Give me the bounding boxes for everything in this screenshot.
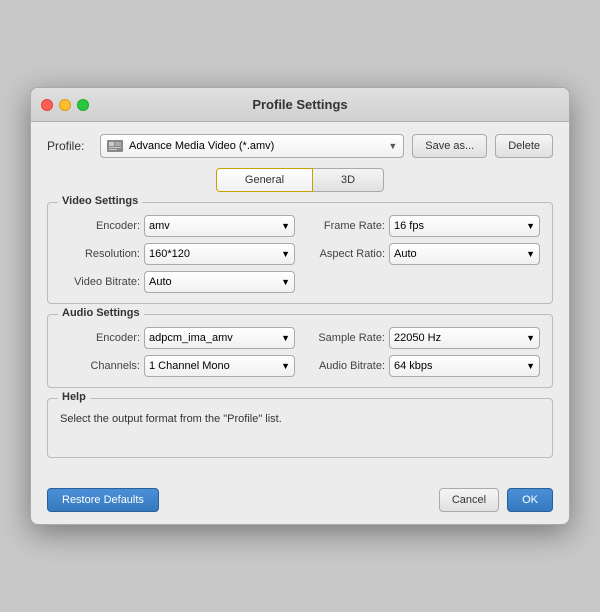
traffic-lights (41, 99, 89, 111)
titlebar: Profile Settings (31, 88, 569, 122)
aspect-ratio-dropdown[interactable]: Auto ▼ (389, 243, 540, 265)
delete-button[interactable]: Delete (495, 134, 553, 158)
content-area: Profile: Advance Media Video (*.amv) ▼ S… (31, 122, 569, 480)
audio-encoder-label: Encoder: (60, 332, 140, 344)
footer: Restore Defaults Cancel OK (31, 480, 569, 524)
video-settings-section: Video Settings Encoder: amv ▼ Frame Rate… (47, 202, 553, 304)
audio-bitrate-label: Audio Bitrate: (305, 360, 385, 372)
footer-right: Cancel OK (439, 488, 553, 512)
resolution-arrow: ▼ (281, 249, 290, 259)
channels-arrow: ▼ (281, 361, 290, 371)
sample-rate-row: Sample Rate: 22050 Hz ▼ (305, 327, 540, 349)
sample-rate-label: Sample Rate: (305, 332, 385, 344)
profile-row: Profile: Advance Media Video (*.amv) ▼ S… (47, 134, 553, 158)
channels-label: Channels: (60, 360, 140, 372)
video-bitrate-arrow: ▼ (281, 277, 290, 287)
aspect-ratio-row: Aspect Ratio: Auto ▼ (305, 243, 540, 265)
video-bitrate-label: Video Bitrate: (60, 276, 140, 288)
frame-rate-label: Frame Rate: (305, 220, 385, 232)
frame-rate-arrow: ▼ (526, 221, 535, 231)
encoder-arrow: ▼ (281, 221, 290, 231)
cancel-button[interactable]: Cancel (439, 488, 499, 512)
tab-3d[interactable]: 3D (313, 168, 384, 192)
close-button[interactable] (41, 99, 53, 111)
video-settings-label: Video Settings (58, 195, 142, 207)
channels-row: Channels: 1 Channel Mono ▼ (60, 355, 295, 377)
channels-dropdown[interactable]: 1 Channel Mono ▼ (144, 355, 295, 377)
restore-defaults-button[interactable]: Restore Defaults (47, 488, 159, 512)
profile-icon (107, 140, 123, 152)
audio-bitrate-dropdown[interactable]: 64 kbps ▼ (389, 355, 540, 377)
audio-encoder-row: Encoder: adpcm_ima_amv ▼ (60, 327, 295, 349)
resolution-row: Resolution: 160*120 ▼ (60, 243, 295, 265)
video-settings-grid: Encoder: amv ▼ Frame Rate: 16 fps ▼ (60, 215, 540, 293)
maximize-button[interactable] (77, 99, 89, 111)
profile-label: Profile: (47, 139, 92, 153)
frame-rate-dropdown[interactable]: 16 fps ▼ (389, 215, 540, 237)
tab-general[interactable]: General (216, 168, 313, 192)
encoder-label: Encoder: (60, 220, 140, 232)
minimize-button[interactable] (59, 99, 71, 111)
sample-rate-arrow: ▼ (526, 333, 535, 343)
window-title: Profile Settings (252, 97, 347, 112)
encoder-row: Encoder: amv ▼ (60, 215, 295, 237)
profile-dropdown-arrow: ▼ (388, 141, 397, 151)
resolution-dropdown[interactable]: 160*120 ▼ (144, 243, 295, 265)
audio-settings-section: Audio Settings Encoder: adpcm_ima_amv ▼ … (47, 314, 553, 388)
encoder-dropdown[interactable]: amv ▼ (144, 215, 295, 237)
audio-bitrate-arrow: ▼ (526, 361, 535, 371)
audio-bitrate-row: Audio Bitrate: 64 kbps ▼ (305, 355, 540, 377)
audio-encoder-dropdown[interactable]: adpcm_ima_amv ▼ (144, 327, 295, 349)
save-as-button[interactable]: Save as... (412, 134, 487, 158)
audio-settings-grid: Encoder: adpcm_ima_amv ▼ Sample Rate: 22… (60, 327, 540, 377)
help-text: Select the output format from the "Profi… (60, 411, 540, 428)
audio-encoder-arrow: ▼ (281, 333, 290, 343)
aspect-ratio-arrow: ▼ (526, 249, 535, 259)
video-bitrate-row: Video Bitrate: Auto ▼ (60, 271, 295, 293)
tabs-row: General 3D (47, 168, 553, 192)
ok-button[interactable]: OK (507, 488, 553, 512)
sample-rate-dropdown[interactable]: 22050 Hz ▼ (389, 327, 540, 349)
frame-rate-row: Frame Rate: 16 fps ▼ (305, 215, 540, 237)
profile-selected-text: Advance Media Video (*.amv) (129, 140, 274, 152)
resolution-label: Resolution: (60, 248, 140, 260)
audio-settings-label: Audio Settings (58, 307, 144, 319)
profile-dropdown[interactable]: Advance Media Video (*.amv) ▼ (100, 134, 404, 158)
help-section: Help Select the output format from the "… (47, 398, 553, 458)
main-window: Profile Settings Profile: Advance Media … (30, 87, 570, 525)
video-bitrate-dropdown[interactable]: Auto ▼ (144, 271, 295, 293)
aspect-ratio-label: Aspect Ratio: (305, 248, 385, 260)
help-label: Help (58, 391, 90, 403)
